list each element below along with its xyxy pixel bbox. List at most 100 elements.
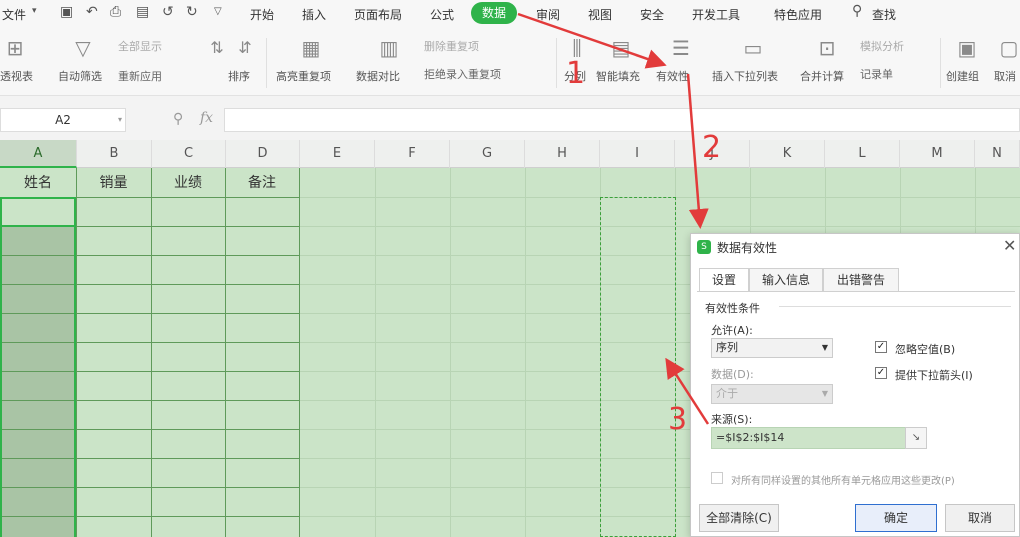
- chevron-down-icon[interactable]: ▾: [118, 115, 122, 124]
- validity-icon[interactable]: ☰: [666, 34, 696, 62]
- create-group-button[interactable]: 创建组: [946, 68, 979, 84]
- column-header-h[interactable]: H: [525, 140, 600, 168]
- name-box[interactable]: A2: [0, 108, 126, 132]
- tab-home[interactable]: 开始: [250, 6, 274, 23]
- column-header-n[interactable]: N: [975, 140, 1020, 168]
- dropdown-arrow-checkbox[interactable]: ✓: [875, 367, 887, 379]
- cancel-button[interactable]: 取消: [945, 504, 1015, 532]
- data-compare-button[interactable]: 数据对比: [356, 68, 400, 84]
- highlight-duplicates-icon[interactable]: ▦: [296, 34, 326, 62]
- tab-settings[interactable]: 设置: [699, 268, 749, 292]
- app-icon: S: [697, 240, 711, 254]
- ribbon: ⊞ 透视表 ▽ 自动筛选 全部显示 重新应用 ⇅ ⇵ 排序 ▦ 高亮重复项 ▥ …: [0, 28, 1020, 96]
- undo-icon[interactable]: ↺: [162, 4, 174, 20]
- tab-developer[interactable]: 开发工具: [692, 6, 740, 23]
- column-header-l[interactable]: L: [825, 140, 900, 168]
- header-cell-notes[interactable]: 备注: [225, 170, 299, 196]
- clear-all-button[interactable]: 全部清除(C): [699, 504, 779, 532]
- what-if-analysis-button[interactable]: 模拟分析: [860, 38, 904, 54]
- table-border: [151, 168, 152, 537]
- insert-dropdown-button[interactable]: 插入下拉列表: [712, 68, 778, 84]
- tab-data[interactable]: 数据: [471, 2, 517, 24]
- ok-button[interactable]: 确定: [855, 504, 937, 532]
- insert-dropdown-icon[interactable]: ▭: [738, 34, 768, 62]
- header-cell-name[interactable]: 姓名: [0, 170, 76, 196]
- filter-icon[interactable]: ▽: [68, 34, 98, 62]
- search-label[interactable]: 查找: [872, 6, 896, 23]
- ribbon-divider: [266, 38, 267, 88]
- column-header-i[interactable]: I: [600, 140, 675, 168]
- print-icon[interactable]: ⎙: [110, 4, 121, 20]
- file-menu[interactable]: 文件: [2, 6, 26, 23]
- source-input[interactable]: =$I$2:$I$14: [711, 427, 907, 449]
- apply-all-checkbox[interactable]: [711, 472, 723, 484]
- header-cell-performance[interactable]: 业绩: [151, 170, 225, 196]
- column-header-k[interactable]: K: [750, 140, 825, 168]
- search-icon[interactable]: ⚲: [852, 3, 862, 19]
- source-label: 来源(S):: [711, 413, 753, 426]
- column-header-b[interactable]: B: [77, 140, 152, 168]
- column-header-a[interactable]: A: [0, 140, 77, 168]
- tab-page-layout[interactable]: 页面布局: [354, 6, 402, 23]
- column-header-d[interactable]: D: [226, 140, 300, 168]
- tab-input-message[interactable]: 输入信息: [749, 268, 823, 292]
- customize-icon[interactable]: ▽: [214, 6, 222, 17]
- sort-button[interactable]: 排序: [228, 68, 250, 84]
- smart-fill-icon[interactable]: ▤: [606, 34, 636, 62]
- header-cell-sales[interactable]: 销量: [76, 170, 151, 196]
- column-header-g[interactable]: G: [450, 140, 525, 168]
- print-preview-icon[interactable]: ▤: [136, 4, 149, 20]
- show-all-button[interactable]: 全部显示: [118, 38, 162, 54]
- formula-input[interactable]: [224, 108, 1020, 132]
- tab-error-alert[interactable]: 出错警告: [823, 268, 899, 292]
- validity-button[interactable]: 有效性: [656, 68, 689, 84]
- record-form-button[interactable]: 记录单: [860, 66, 893, 82]
- redo-icon[interactable]: ↻: [186, 4, 198, 20]
- allow-select[interactable]: 序列 ▼: [711, 338, 833, 358]
- tab-formulas[interactable]: 公式: [430, 6, 454, 23]
- range-picker-icon[interactable]: ↘: [905, 427, 927, 449]
- grid-line: [450, 168, 451, 537]
- active-cell[interactable]: [0, 197, 76, 227]
- save-icon[interactable]: ▣: [60, 4, 73, 20]
- reapply-button[interactable]: 重新应用: [118, 68, 162, 84]
- column-header-e[interactable]: E: [300, 140, 375, 168]
- pivot-table-icon[interactable]: ⊞: [0, 34, 30, 62]
- sort-desc-icon[interactable]: ⇵: [230, 34, 260, 62]
- reject-duplicates-button[interactable]: 拒绝录入重复项: [424, 66, 501, 82]
- column-header-f[interactable]: F: [375, 140, 450, 168]
- ungroup-button[interactable]: 取消: [994, 68, 1016, 84]
- column-header-c[interactable]: C: [152, 140, 226, 168]
- undo-history-icon[interactable]: ↶: [86, 4, 98, 20]
- ignore-blank-checkbox[interactable]: ✓: [875, 341, 887, 353]
- column-header-m[interactable]: M: [900, 140, 975, 168]
- auto-filter-button[interactable]: 自动筛选: [58, 68, 102, 84]
- tab-view[interactable]: 视图: [588, 6, 612, 23]
- chevron-down-icon[interactable]: ▾: [32, 6, 37, 16]
- data-select[interactable]: 介于 ▼: [711, 384, 833, 404]
- zoom-icon[interactable]: ⚲: [173, 111, 183, 127]
- annotation-number-1: 1: [566, 56, 586, 91]
- annotation-number-2: 2: [702, 130, 722, 165]
- tab-security[interactable]: 安全: [640, 6, 664, 23]
- data-compare-icon[interactable]: ▥: [374, 34, 404, 62]
- sort-asc-icon[interactable]: ⇅: [202, 34, 232, 62]
- close-icon[interactable]: ✕: [1003, 236, 1016, 255]
- create-group-icon[interactable]: ▣: [952, 34, 982, 62]
- selection-range: [0, 197, 76, 537]
- tab-insert[interactable]: 插入: [302, 6, 326, 23]
- smart-fill-button[interactable]: 智能填充: [596, 68, 640, 84]
- tab-review[interactable]: 审阅: [536, 6, 560, 23]
- fx-icon[interactable]: fx: [200, 110, 213, 126]
- consolidate-button[interactable]: 合并计算: [800, 68, 844, 84]
- pivot-table-button[interactable]: 透视表: [0, 68, 33, 84]
- section-divider: [779, 306, 1011, 307]
- ungroup-icon[interactable]: ▢: [994, 34, 1020, 62]
- tab-special-apps[interactable]: 特色应用: [774, 6, 822, 23]
- consolidate-icon[interactable]: ⊡: [812, 34, 842, 62]
- tab-divider: [697, 291, 1015, 292]
- ribbon-divider: [556, 38, 557, 88]
- remove-duplicates-button[interactable]: 删除重复项: [424, 38, 479, 54]
- highlight-duplicates-button[interactable]: 高亮重复项: [276, 68, 331, 84]
- dialog-titlebar[interactable]: S 数据有效性 ✕: [691, 234, 1020, 260]
